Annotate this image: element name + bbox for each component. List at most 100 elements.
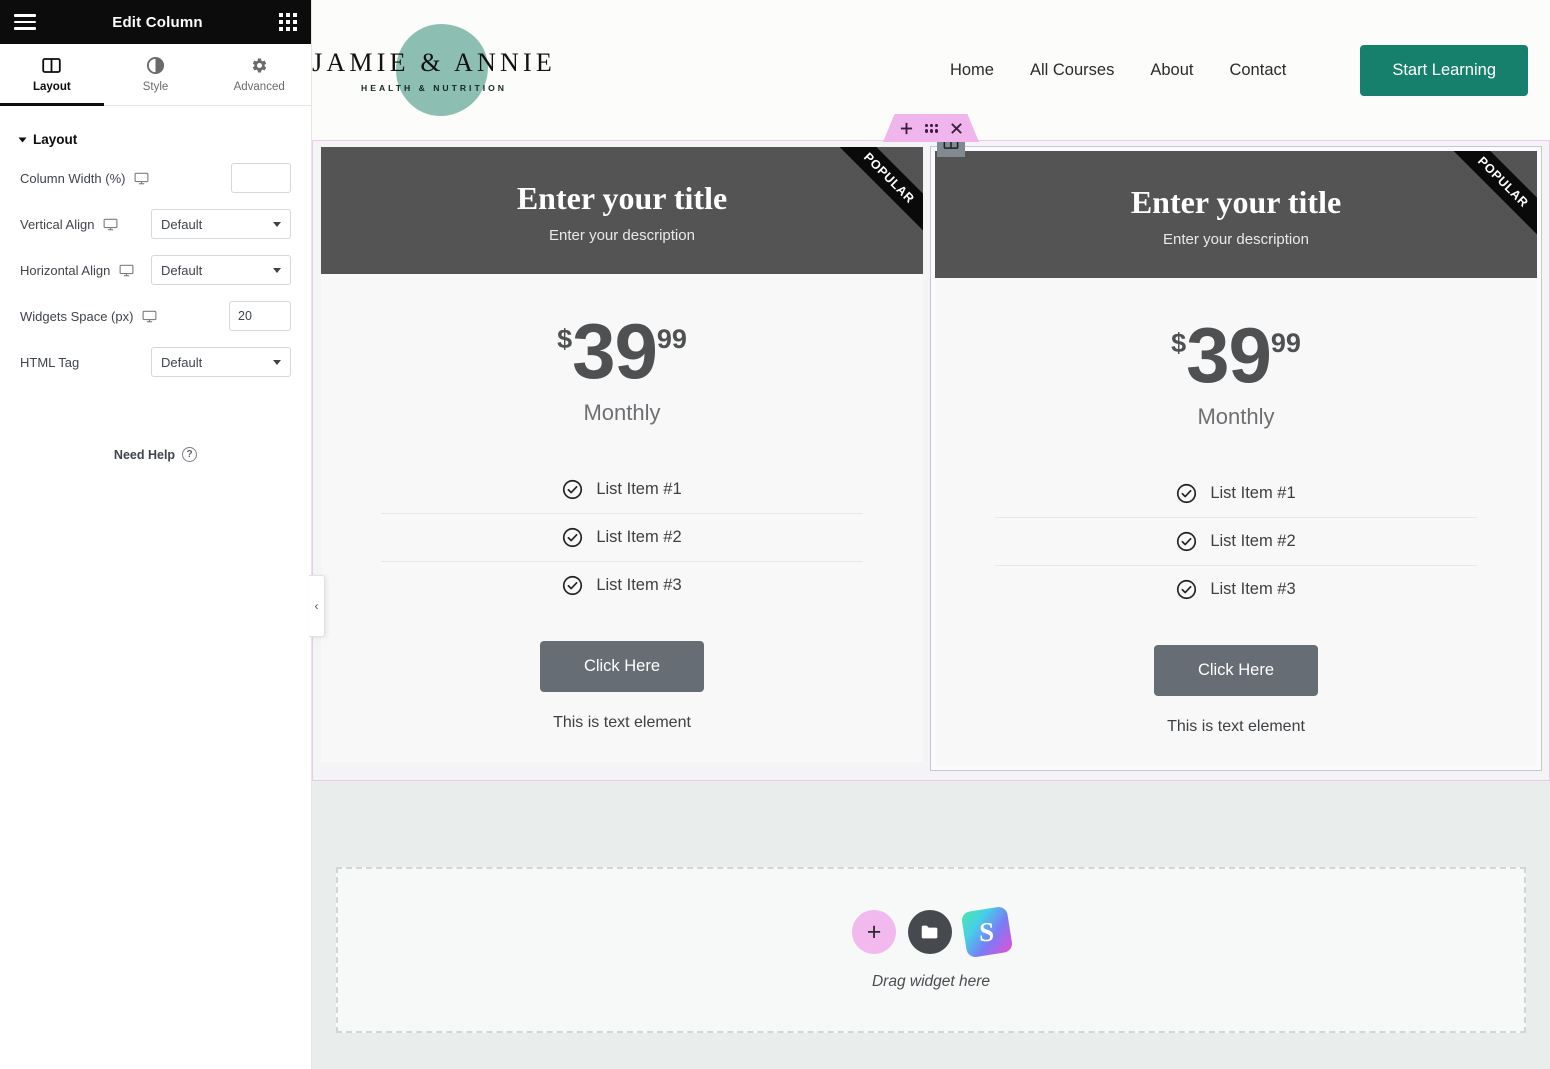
- list-item: List Item #2: [995, 517, 1477, 565]
- panel-tabs: Layout Style Advanced: [0, 44, 311, 106]
- list-item: List Item #3: [381, 561, 863, 609]
- list-item-label: List Item #2: [596, 528, 681, 547]
- widgets-space-input[interactable]: [229, 301, 291, 331]
- control-field: Default: [151, 209, 291, 239]
- drag-dots-icon[interactable]: [925, 124, 938, 133]
- list-item-label: List Item #1: [1210, 484, 1295, 503]
- widget-dropzone[interactable]: + S Drag widget here: [336, 867, 1526, 1033]
- pricing-card-header: POPULAR Enter your title Enter your desc…: [321, 147, 923, 274]
- click-here-button[interactable]: Click Here: [540, 641, 704, 692]
- tab-advanced-label: Advanced: [234, 81, 285, 93]
- price-integer: 39: [572, 312, 657, 390]
- pricing-card-body: $ 39 99 Monthly List Item #1: [935, 278, 1537, 766]
- vertical-align-value: Default: [161, 217, 202, 232]
- control-column-width: Column Width (%): [0, 155, 311, 201]
- list-item: List Item #2: [381, 513, 863, 561]
- start-learning-button[interactable]: Start Learning: [1360, 45, 1528, 96]
- close-x-icon[interactable]: [950, 122, 963, 135]
- horizontal-align-value: Default: [161, 263, 202, 278]
- control-label: HTML Tag: [20, 355, 79, 370]
- list-item: List Item #3: [995, 565, 1477, 613]
- pricing-card-title[interactable]: Enter your title: [341, 181, 903, 216]
- empty-section-area: + S Drag widget here: [312, 781, 1550, 1069]
- need-help-link[interactable]: Need Help ?: [0, 447, 311, 462]
- pricing-card: POPULAR Enter your title Enter your desc…: [935, 151, 1537, 766]
- horizontal-align-select[interactable]: Default: [151, 255, 291, 285]
- page-title: Edit Column: [112, 14, 203, 31]
- preview-canvas: JAMIE & ANNIE HEALTH & NUTRITION Home Al…: [312, 0, 1550, 1069]
- pricing-card-body: $ 39 99 Monthly List Item #1: [321, 274, 923, 762]
- chevron-left-icon: ‹: [315, 600, 319, 612]
- pricing-card-title[interactable]: Enter your title: [955, 185, 1517, 220]
- price-currency: $: [1171, 330, 1186, 357]
- column-right-selected[interactable]: POPULAR Enter your title Enter your desc…: [931, 147, 1541, 770]
- plus-icon[interactable]: [900, 122, 913, 135]
- need-help-label: Need Help: [114, 448, 175, 462]
- vertical-align-select[interactable]: Default: [151, 209, 291, 239]
- edit-column-panel: Edit Column Layout Style: [0, 0, 312, 1069]
- layout-section-header[interactable]: Layout: [0, 106, 311, 155]
- chevron-down-icon: [19, 137, 27, 142]
- tab-style-label: Style: [143, 81, 169, 93]
- desktop-icon[interactable]: [142, 309, 157, 324]
- logo-main-text: JAMIE & ANNIE: [312, 48, 556, 78]
- dropzone-icons: + S: [852, 909, 1010, 955]
- editor-section: POPULAR Enter your title Enter your desc…: [312, 140, 1550, 781]
- nav-item-about[interactable]: About: [1150, 61, 1193, 80]
- desktop-icon[interactable]: [103, 217, 118, 232]
- folder-template-icon[interactable]: [908, 910, 952, 954]
- column-width-input[interactable]: [231, 163, 291, 193]
- panel-header: Edit Column: [0, 0, 311, 44]
- control-field: Default: [151, 347, 291, 377]
- nav-item-all-courses[interactable]: All Courses: [1030, 61, 1114, 80]
- nav-item-contact[interactable]: Contact: [1229, 61, 1286, 80]
- feature-list: List Item #1 List Item #2: [995, 470, 1477, 613]
- check-circle-icon: [562, 575, 583, 596]
- card-footer-text[interactable]: This is text element: [321, 714, 923, 732]
- card-footer-text[interactable]: This is text element: [935, 718, 1537, 736]
- list-item-label: List Item #3: [1210, 580, 1295, 599]
- gear-icon: [250, 56, 269, 75]
- chevron-down-icon: [273, 268, 281, 273]
- control-vertical-align: Vertical Align Default: [0, 201, 311, 247]
- html-tag-select[interactable]: Default: [151, 347, 291, 377]
- feature-list: List Item #1 List Item #2: [381, 466, 863, 609]
- price-fraction: 99: [1271, 330, 1301, 357]
- tab-layout[interactable]: Layout: [0, 44, 104, 105]
- control-field: Default: [151, 255, 291, 285]
- control-horizontal-align: Horizontal Align Default: [0, 247, 311, 293]
- check-circle-icon: [1176, 531, 1197, 552]
- pricing-card-description[interactable]: Enter your description: [955, 231, 1517, 248]
- price-row: $ 39 99: [321, 312, 923, 390]
- panel-collapse-button[interactable]: ‹: [309, 575, 325, 637]
- desktop-icon[interactable]: [134, 171, 149, 186]
- column-left[interactable]: POPULAR Enter your title Enter your desc…: [321, 147, 923, 770]
- tab-style[interactable]: Style: [104, 44, 208, 105]
- list-item-label: List Item #3: [596, 576, 681, 595]
- desktop-icon[interactable]: [119, 263, 134, 278]
- nav-item-home[interactable]: Home: [950, 61, 994, 80]
- price-currency: $: [557, 326, 572, 353]
- list-item: List Item #1: [381, 466, 863, 513]
- check-circle-icon: [1176, 579, 1197, 600]
- grid-apps-icon[interactable]: [279, 13, 297, 31]
- logo-text: JAMIE & ANNIE HEALTH & NUTRITION: [312, 48, 556, 93]
- stripe-s-logo-icon[interactable]: S: [961, 906, 1014, 959]
- click-here-button[interactable]: Click Here: [1154, 645, 1318, 696]
- html-tag-value: Default: [161, 355, 202, 370]
- hamburger-icon[interactable]: [14, 14, 36, 30]
- control-field: [231, 163, 291, 193]
- list-item-label: List Item #1: [596, 480, 681, 499]
- tab-advanced[interactable]: Advanced: [207, 44, 311, 105]
- site-logo[interactable]: JAMIE & ANNIE HEALTH & NUTRITION: [334, 18, 534, 122]
- list-item-label: List Item #2: [1210, 532, 1295, 551]
- price-row: $ 39 99: [935, 316, 1537, 394]
- editor-root: Edit Column Layout Style: [0, 0, 1550, 1069]
- price-integer: 39: [1186, 316, 1271, 394]
- chevron-down-icon: [273, 222, 281, 227]
- control-label: Column Width (%): [20, 171, 125, 186]
- add-widget-icon[interactable]: +: [852, 910, 896, 954]
- layout-section-title: Layout: [33, 132, 77, 147]
- pricing-card-description[interactable]: Enter your description: [341, 227, 903, 244]
- control-widgets-space: Widgets Space (px): [0, 293, 311, 339]
